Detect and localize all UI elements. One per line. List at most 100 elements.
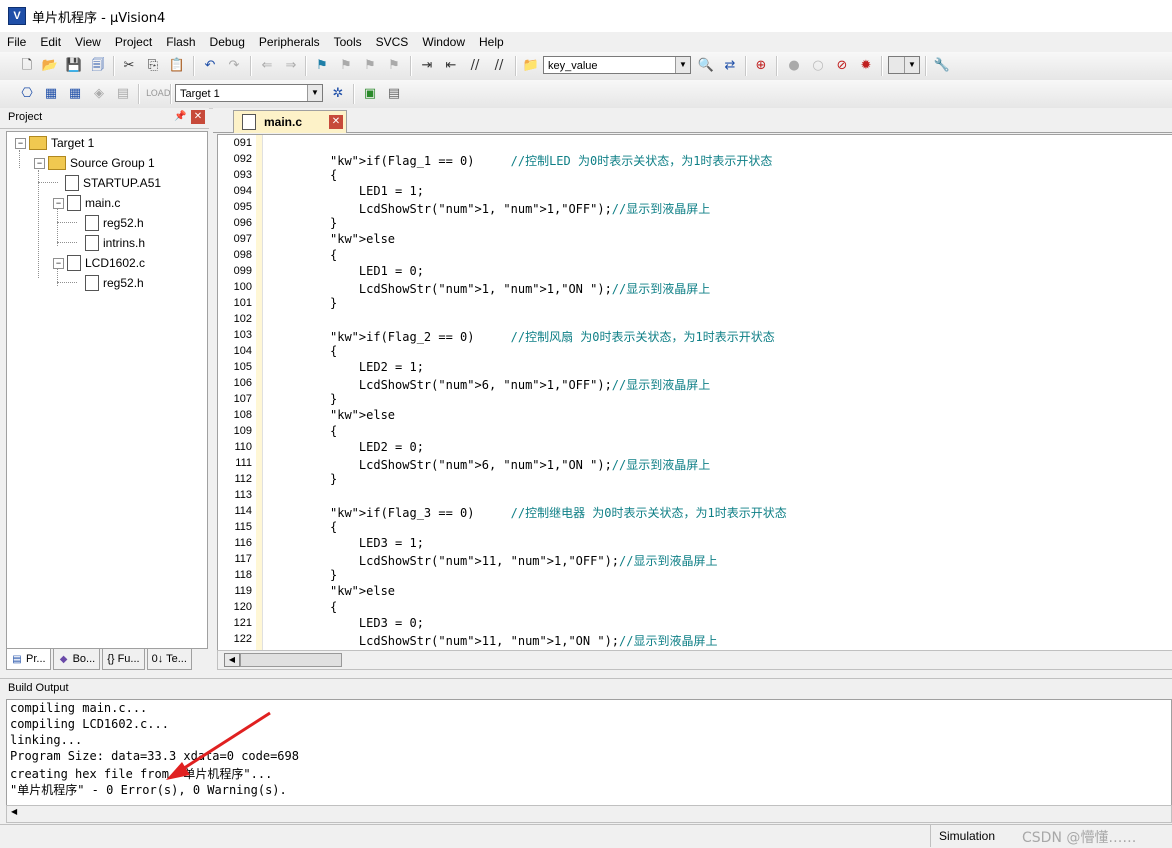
nav-forward-icon[interactable]: ⇒	[282, 57, 300, 75]
scroll-left-icon[interactable]: ◀	[11, 807, 17, 816]
pin-icon[interactable]: 📌	[174, 111, 186, 122]
tree-label: STARTUP.A51	[83, 176, 162, 190]
menu-file[interactable]: File	[0, 35, 33, 49]
open-folder-icon[interactable]: 📂	[41, 57, 59, 75]
tab-templates[interactable]: 0↓ Te...	[146, 649, 192, 670]
collapse-icon[interactable]: −	[34, 157, 45, 169]
find-in-files-icon[interactable]: 📁	[522, 57, 540, 75]
find-combo[interactable]: key_value ▼	[543, 56, 691, 74]
close-icon[interactable]: ✕	[329, 115, 343, 129]
line-number: 120	[233, 601, 252, 613]
unindent-icon[interactable]: ⇤	[442, 57, 460, 75]
tab-books[interactable]: ◆ Bo...	[52, 649, 101, 670]
disable-breakpoint-icon[interactable]: ⊘	[833, 57, 851, 75]
batch-build-icon[interactable]: ◈	[90, 85, 108, 103]
save-icon[interactable]: 💾	[65, 57, 83, 75]
tree-file-reg52-h[interactable]: reg52.h	[85, 214, 144, 232]
tree-file-intrins-h[interactable]: intrins.h	[85, 234, 145, 252]
line-number: 105	[233, 361, 252, 373]
build-output-panel[interactable]: compiling main.c... compiling LCD1602.c.…	[6, 699, 1172, 807]
replace-icon[interactable]: ⇄	[721, 57, 739, 75]
chevron-down-icon[interactable]: ▼	[904, 57, 919, 73]
tree-target-1[interactable]: − Target 1	[15, 134, 94, 152]
status-bar: Simulation CSDN @懵懂……	[0, 824, 1172, 848]
tree-file-main-c[interactable]: − main.c	[53, 194, 120, 212]
scroll-left-icon[interactable]: ◀	[224, 653, 240, 667]
chevron-down-icon[interactable]: ▼	[675, 57, 690, 73]
build-line: creating hex file from "单片机程序"...	[10, 767, 273, 781]
close-icon[interactable]: ✕	[191, 110, 205, 124]
code-line: LcdShowStr("num">6, "num">1,"ON ");//显示到…	[330, 458, 711, 472]
incremental-find-icon[interactable]: ⊕	[752, 57, 770, 75]
collapse-icon[interactable]: −	[53, 197, 64, 209]
build-toolbar: ⎔ ▦ ▦ ◈ ▤ LOAD Target 1 ▼ ✲ ▣ ▤	[0, 80, 1172, 109]
code-line: LcdShowStr("num">11, "num">1,"OFF");//显示…	[330, 554, 718, 568]
manage-components-icon[interactable]: ▣	[361, 85, 379, 103]
chevron-down-icon[interactable]: ▼	[307, 85, 322, 101]
code-line: LcdShowStr("num">11, "num">1,"ON ");//显示…	[330, 634, 718, 648]
tree-file-reg52-h-2[interactable]: reg52.h	[85, 274, 144, 292]
line-number: 098	[233, 249, 252, 261]
window-layout-button[interactable]: ▼	[888, 56, 920, 74]
collapse-icon[interactable]: −	[15, 137, 26, 149]
target-combo[interactable]: Target 1 ▼	[175, 84, 323, 102]
books-icon: ◆	[59, 653, 68, 665]
uncomment-icon[interactable]: //	[490, 57, 508, 75]
stop-build-icon[interactable]: ▤	[114, 85, 132, 103]
editor-horizontal-scrollbar[interactable]: ◀	[217, 650, 1172, 670]
build-icon[interactable]: ▦	[42, 85, 60, 103]
prev-bookmark-icon[interactable]: ⚑	[337, 57, 355, 75]
scrollbar-thumb[interactable]	[240, 653, 342, 667]
breakpoint-icon[interactable]: ○	[809, 57, 827, 75]
bookmark-icon[interactable]: ⚑	[313, 57, 331, 75]
menu-debug[interactable]: Debug	[203, 35, 252, 49]
target-options-icon[interactable]: ✲	[329, 85, 347, 103]
code-line: LED3 = 0;	[330, 616, 424, 630]
tree-file-lcd1602-c[interactable]: − LCD1602.c	[53, 254, 145, 272]
menu-view[interactable]: View	[68, 35, 108, 49]
nav-back-icon[interactable]: ⇐	[258, 57, 276, 75]
tree-source-group-1[interactable]: − Source Group 1	[34, 154, 155, 172]
line-number: 103	[233, 329, 252, 341]
collapse-icon[interactable]: −	[53, 257, 64, 269]
menu-flash[interactable]: Flash	[159, 35, 202, 49]
find-icon[interactable]: 🔍	[697, 57, 715, 75]
load-icon[interactable]: LOAD	[146, 85, 171, 103]
indent-icon[interactable]: ⇥	[418, 57, 436, 75]
tab-main-c[interactable]: main.c ✕	[233, 110, 347, 133]
menu-tools[interactable]: Tools	[327, 35, 369, 49]
menu-project[interactable]: Project	[108, 35, 159, 49]
line-number-gutter: 091 092 093 094 095 096 097 098 099 100 101 102 103 1…	[218, 135, 256, 651]
undo-icon[interactable]: ↶	[201, 57, 219, 75]
copy-icon[interactable]: ⎘	[144, 57, 162, 75]
translate-icon[interactable]: ⎔	[18, 85, 36, 103]
code-editor[interactable]: 091 092 093 094 095 096 097 098 099 100 101 102 103 1…	[217, 134, 1172, 652]
tree-file-startup[interactable]: STARTUP.A51	[65, 174, 161, 192]
paste-icon[interactable]: 📋	[168, 57, 186, 75]
new-file-icon[interactable]: 🗋	[18, 57, 36, 75]
configure-icon[interactable]: 🔧	[933, 57, 951, 75]
tab-functions[interactable]: {} Fu...	[102, 649, 145, 670]
menu-window[interactable]: Window	[415, 35, 472, 49]
menu-help[interactable]: Help	[472, 35, 511, 49]
rebuild-icon[interactable]: ▦	[66, 85, 84, 103]
build-output-scrollbar[interactable]: ◀	[6, 805, 1172, 823]
menu-edit[interactable]: Edit	[33, 35, 68, 49]
build-line: Program Size: data=33.3 xdata=0 code=698	[10, 749, 299, 763]
kill-breakpoints-icon[interactable]: ✹	[857, 57, 875, 75]
build-line: compiling main.c...	[10, 701, 148, 715]
redo-icon[interactable]: ↷	[225, 57, 243, 75]
menu-svcs[interactable]: SVCS	[369, 35, 416, 49]
code-line: LED3 = 1;	[330, 536, 424, 550]
menu-peripherals[interactable]: Peripherals	[252, 35, 327, 49]
target-combo-value: Target 1	[180, 88, 220, 100]
comment-icon[interactable]: //	[466, 57, 484, 75]
next-bookmark-icon[interactable]: ⚑	[361, 57, 379, 75]
debug-start-icon[interactable]: ●	[785, 57, 803, 75]
select-device-icon[interactable]: ▤	[385, 85, 403, 103]
tab-project[interactable]: ▤ Pr...	[6, 649, 51, 670]
line-number: 113	[234, 489, 252, 501]
clear-bookmarks-icon[interactable]: ⚑	[385, 57, 403, 75]
cut-icon[interactable]: ✂	[120, 57, 138, 75]
save-all-icon[interactable]: 🗐	[89, 57, 107, 75]
